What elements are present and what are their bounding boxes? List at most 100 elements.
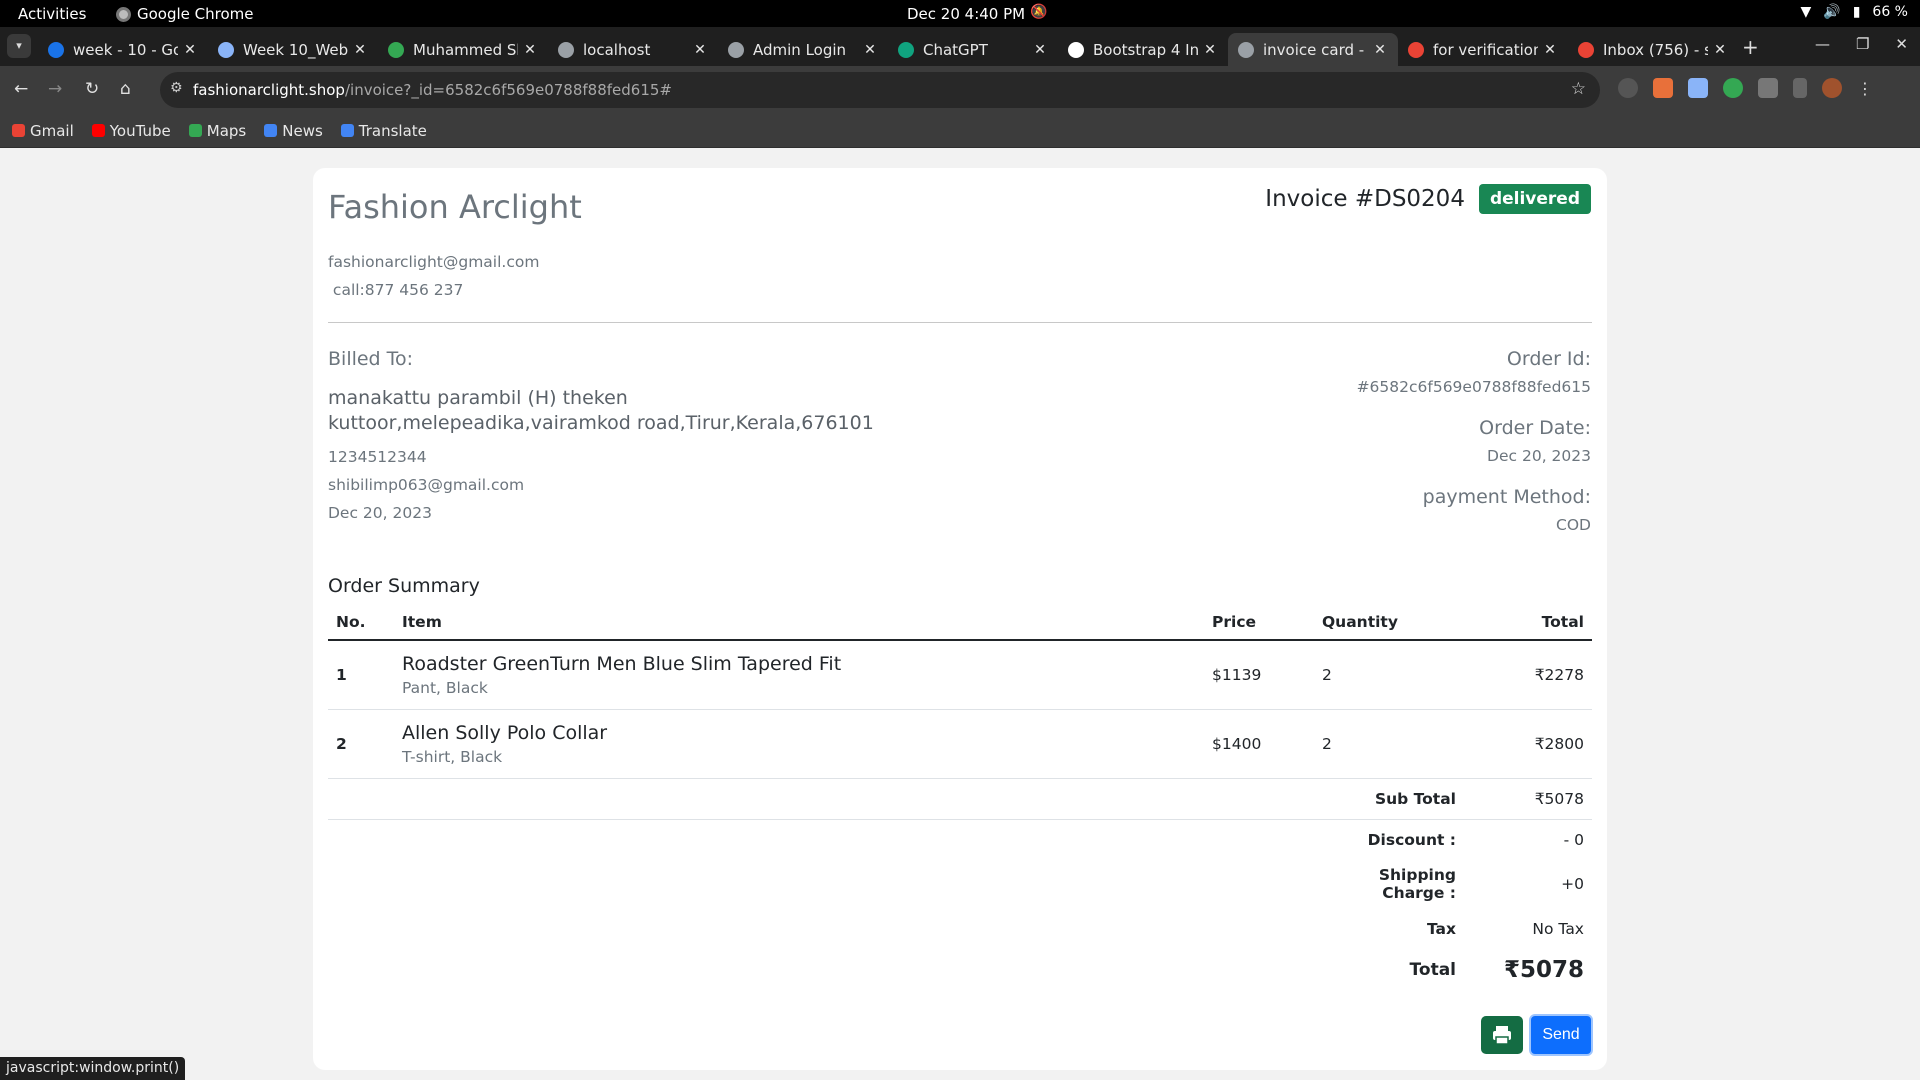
- bookmark-label: Translate: [358, 121, 427, 140]
- browser-tab[interactable]: Week 10_Web ✕: [208, 33, 378, 66]
- new-tab-button[interactable]: +: [1742, 35, 1759, 59]
- shipping-label: Shipping Charge :: [1378, 866, 1456, 902]
- bookmark-favicon-icon: [188, 124, 202, 137]
- item-quantity: 2: [1314, 709, 1464, 779]
- tab-favicon-icon: [1578, 41, 1594, 58]
- order-date-label: Order Date:: [1479, 417, 1591, 439]
- tab-favicon-icon: [558, 41, 574, 58]
- printer-icon: [1493, 1026, 1511, 1045]
- reload-icon[interactable]: ↻: [85, 79, 99, 99]
- side-panel-icon[interactable]: [1793, 78, 1807, 98]
- divider: [328, 322, 1592, 323]
- tab-close-icon[interactable]: ✕: [1712, 42, 1728, 58]
- address-bar[interactable]: ⚙ fashionarclight.shop/invoice?_id=6582c…: [160, 72, 1600, 108]
- tab-close-icon[interactable]: ✕: [1032, 42, 1048, 58]
- tab-close-icon[interactable]: ✕: [1542, 42, 1558, 58]
- app-name: Google Chrome: [137, 5, 254, 23]
- tab-close-icon[interactable]: ✕: [1372, 42, 1388, 58]
- item-number: 1: [328, 640, 394, 710]
- payment-method-label: payment Method:: [1422, 486, 1591, 508]
- tab-favicon-icon: [728, 41, 744, 58]
- col-quantity: Quantity: [1314, 605, 1464, 641]
- close-window-icon[interactable]: ✕: [1895, 35, 1908, 53]
- bookmark-favicon-icon: [264, 124, 278, 137]
- subtotal-label: Sub Total: [1314, 778, 1464, 820]
- app-menu[interactable]: Google Chrome: [116, 5, 254, 23]
- browser-tab[interactable]: for verification ✕: [1398, 33, 1568, 66]
- chrome-icon: [116, 6, 131, 22]
- browser-tab[interactable]: invoice card - F ✕: [1228, 33, 1398, 66]
- item-cell: Roadster GreenTurn Men Blue Slim Tapered…: [394, 640, 1204, 710]
- billed-to-label: Billed To:: [328, 348, 414, 370]
- site-settings-icon[interactable]: ⚙: [170, 80, 183, 96]
- tab-close-icon[interactable]: ✕: [522, 42, 538, 58]
- bookmark-label: News: [282, 121, 323, 140]
- battery-percent: 66 %: [1872, 4, 1908, 20]
- tab-close-icon[interactable]: ✕: [692, 42, 708, 58]
- tab-close-icon[interactable]: ✕: [352, 42, 368, 58]
- order-date: Dec 20, 2023: [1487, 447, 1591, 465]
- browser-tab[interactable]: Inbox (756) - sh✕: [1568, 33, 1738, 66]
- browser-tab[interactable]: Muhammed Sh ✕: [378, 33, 548, 66]
- forward-icon[interactable]: →: [48, 79, 62, 99]
- table-header-row: No. Item Price Quantity Total: [328, 605, 1592, 641]
- maximize-icon[interactable]: ❐: [1856, 35, 1869, 53]
- shop-phone: call:877 456 237: [328, 281, 464, 299]
- status-bubble: javascript:window.print(): [0, 1057, 186, 1080]
- bookmark-item[interactable]: News: [264, 122, 323, 140]
- tab-title: invoice card - F: [1263, 40, 1368, 59]
- puzzle-icon[interactable]: [1758, 78, 1778, 98]
- back-icon[interactable]: ←: [14, 79, 28, 99]
- discount-label: Discount :: [1367, 830, 1456, 849]
- item-price: $1400: [1204, 709, 1314, 779]
- invoice-card: Fashion Arclight Invoice #DS0204 deliver…: [313, 168, 1607, 1070]
- browser-tab[interactable]: Admin Login ✕: [718, 33, 888, 66]
- billing-date: Dec 20, 2023: [328, 504, 432, 522]
- browser-tab[interactable]: week - 10 - Goo✕: [38, 33, 208, 66]
- url-text: fashionarclight.shop/invoice?_id=6582c6f…: [193, 81, 672, 99]
- bookmark-star-icon[interactable]: ☆: [1571, 79, 1586, 99]
- invoice-header: Invoice #DS0204 delivered: [1265, 184, 1591, 214]
- browser-tab[interactable]: ChatGPT ✕: [888, 33, 1058, 66]
- tab-close-icon[interactable]: ✕: [862, 42, 878, 58]
- clock[interactable]: Dec 20 4:40 PM: [907, 5, 1025, 23]
- shop-email: fashionarclight@gmail.com: [328, 253, 540, 271]
- minimize-icon[interactable]: —: [1815, 35, 1830, 53]
- tab-favicon-icon: [1238, 41, 1254, 58]
- extension-icon[interactable]: [1688, 78, 1708, 98]
- tax-label: Tax: [1426, 919, 1456, 938]
- tab-close-icon[interactable]: ✕: [182, 42, 198, 58]
- item-total: ₹2800: [1464, 709, 1592, 779]
- col-price: Price: [1204, 605, 1314, 641]
- bookmark-item[interactable]: Maps: [188, 122, 246, 140]
- extension-icon[interactable]: [1618, 78, 1638, 98]
- bookmark-item[interactable]: YouTube: [91, 122, 171, 140]
- shop-name: Fashion Arclight: [328, 188, 582, 226]
- extension-icon[interactable]: [1723, 78, 1743, 98]
- tab-close-icon[interactable]: ✕: [1202, 42, 1218, 58]
- discount-value: - 0: [1563, 830, 1584, 849]
- browser-tab[interactable]: localhost ✕: [548, 33, 718, 66]
- extensions-bar: ⋮: [1618, 78, 1873, 98]
- profile-avatar[interactable]: [1822, 78, 1842, 98]
- print-button[interactable]: [1481, 1016, 1523, 1054]
- activities-button[interactable]: Activities: [18, 5, 86, 23]
- browser-tab[interactable]: Bootstrap 4 In ✕: [1058, 33, 1228, 66]
- bookmark-favicon-icon: [340, 124, 354, 137]
- item-price: $1139: [1204, 640, 1314, 710]
- bookmark-label: Gmail: [30, 121, 74, 140]
- menu-kebab-icon[interactable]: ⋮: [1857, 79, 1873, 98]
- bookmark-item[interactable]: Translate: [340, 121, 427, 140]
- home-icon[interactable]: ⌂: [120, 79, 131, 99]
- send-button[interactable]: Send: [1529, 1014, 1593, 1056]
- extension-icon[interactable]: [1653, 78, 1673, 98]
- subtotal-value: ₹5078: [1464, 778, 1592, 820]
- tab-search-button[interactable]: ▾: [7, 34, 31, 58]
- total-label: Total: [1409, 959, 1456, 980]
- status-badge: delivered: [1478, 184, 1591, 214]
- bookmark-item[interactable]: Gmail: [12, 122, 74, 140]
- system-tray[interactable]: ▼ 🔊 ▮ 66 %: [1800, 4, 1908, 20]
- tab-title: Bootstrap 4 In: [1093, 40, 1198, 59]
- browser-toolbar: ← → ↻ ⌂ ⚙ fashionarclight.shop/invoice?_…: [0, 66, 1920, 114]
- item-quantity: 2: [1314, 640, 1464, 710]
